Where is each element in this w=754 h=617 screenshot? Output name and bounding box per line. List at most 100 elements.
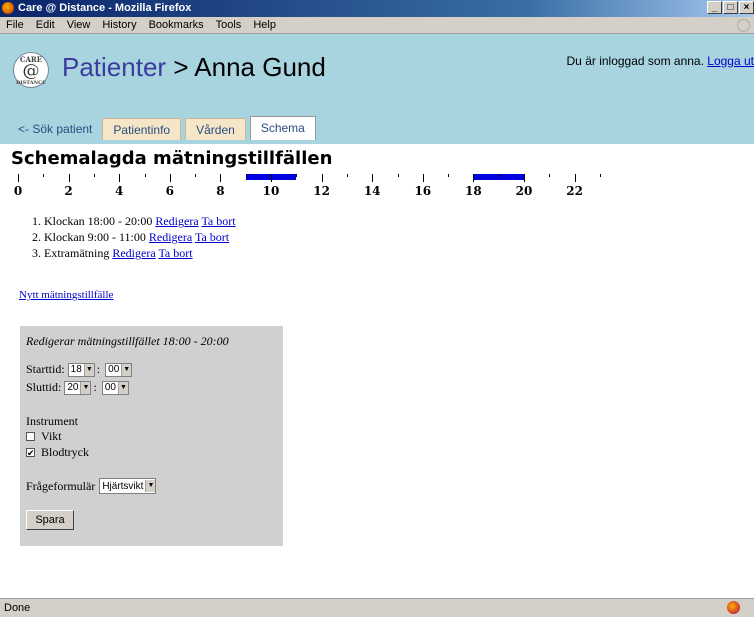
end-hour-select[interactable]: 20 ▼ <box>64 380 92 395</box>
edit-link[interactable]: Redigera <box>155 214 198 228</box>
timeline-tick <box>296 174 298 177</box>
timeline-hour-label: 18 <box>465 184 482 198</box>
end-time-label: Sluttid: <box>26 380 62 394</box>
menu-help[interactable]: Help <box>247 19 282 31</box>
dropdown-arrow-icon: ▼ <box>121 363 132 376</box>
timeline-tick <box>18 174 19 182</box>
timeline-tick <box>448 174 450 177</box>
timeline-tick <box>119 174 121 182</box>
tab-patientinfo[interactable]: Patientinfo <box>102 118 182 140</box>
timeline-hour-label: 22 <box>566 184 583 198</box>
time-separator: : <box>93 380 97 394</box>
dropdown-arrow-icon: ▼ <box>80 381 91 394</box>
end-minute-select[interactable]: 00 ▼ <box>101 380 129 395</box>
start-hour-select[interactable]: 18 ▼ <box>67 362 95 377</box>
remove-link[interactable]: Ta bort <box>195 230 229 244</box>
timeline-tick <box>473 174 475 182</box>
questionnaire-row: Frågeformulär Hjärtsvikt ▼ <box>26 478 157 494</box>
instrument-vikt-row: Vikt <box>26 429 62 444</box>
menu-tools[interactable]: Tools <box>210 19 248 31</box>
timeline-tick <box>43 174 45 177</box>
list-item: Klockan 9:00 - 11:00 Redigera Ta bort <box>44 229 236 245</box>
schedule-item-text: Extramätning <box>44 246 110 260</box>
timeline-tick <box>169 174 171 182</box>
menu-history[interactable]: History <box>96 19 142 31</box>
maximize-button[interactable]: □ <box>723 1 738 14</box>
vikt-checkbox[interactable] <box>26 432 35 441</box>
start-time-label: Starttid: <box>26 362 65 376</box>
firefox-icon <box>2 2 14 14</box>
timeline-hour-label: 8 <box>216 184 225 198</box>
questionnaire-value: Hjärtsvikt <box>102 480 144 492</box>
status-bar: Done <box>0 598 754 617</box>
logout-link[interactable]: Logga ut <box>707 54 754 68</box>
dropdown-arrow-icon: ▼ <box>83 363 94 376</box>
remove-link[interactable]: Ta bort <box>201 214 235 228</box>
tab-schema[interactable]: Schema <box>249 116 316 140</box>
logo-text-bottom: DISTANCE <box>16 80 46 86</box>
timeline-tick <box>372 174 374 182</box>
timeline-tick <box>498 174 500 177</box>
new-measurement-link[interactable]: Nytt mätningstillfälle <box>19 289 113 301</box>
menu-bookmarks[interactable]: Bookmarks <box>143 19 210 31</box>
blodtryck-checkbox[interactable]: ✔ <box>26 448 35 458</box>
login-text: Du är inloggad som anna. <box>566 54 704 68</box>
questionnaire-select[interactable]: Hjärtsvikt ▼ <box>99 478 157 494</box>
save-button[interactable]: Spara <box>26 510 74 530</box>
window-title: Care @ Distance - Mozilla Firefox <box>18 2 192 14</box>
menu-file[interactable]: File <box>0 19 30 31</box>
start-minute-value: 00 <box>108 364 120 375</box>
menu-view[interactable]: View <box>61 19 97 31</box>
window-titlebar: Care @ Distance - Mozilla Firefox _ □ × <box>0 0 754 17</box>
tab-varden[interactable]: Vården <box>185 118 246 140</box>
edit-link[interactable]: Redigera <box>112 246 155 260</box>
dropdown-arrow-icon: ▼ <box>145 480 156 492</box>
timeline-tick <box>422 174 424 182</box>
tab-back-search-patient[interactable]: <- Sök patient <box>18 118 98 140</box>
start-hour-value: 18 <box>70 364 82 375</box>
timeline-hour-label: 10 <box>262 184 280 198</box>
list-item: Extramätning Redigera Ta bort <box>44 245 236 261</box>
instrument-label: Instrument <box>26 414 78 428</box>
schedule-item-text: Klockan 18:00 - 20:00 <box>44 214 153 228</box>
menu-bar: File Edit View History Bookmarks Tools H… <box>0 17 754 34</box>
breadcrumb-patients[interactable]: Patienter <box>62 52 166 82</box>
timeline-tick <box>245 174 247 177</box>
blodtryck-label: Blodtryck <box>41 445 89 459</box>
minimize-button[interactable]: _ <box>707 1 722 14</box>
timeline-tick <box>574 174 576 182</box>
patient-name: Anna Gund <box>194 52 326 82</box>
menu-edit[interactable]: Edit <box>30 19 61 31</box>
window-controls: _ □ × <box>707 1 754 14</box>
edit-link[interactable]: Redigera <box>149 230 192 244</box>
edit-form: Redigerar mätningstillfället 18:00 - 20:… <box>20 326 283 546</box>
vikt-label: Vikt <box>41 429 62 443</box>
edit-form-title: Redigerar mätningstillfället 18:00 - 20:… <box>26 334 229 348</box>
instrument-blodtryck-row: ✔ Blodtryck <box>26 445 89 460</box>
timeline-tick <box>524 174 525 182</box>
list-item: Klockan 18:00 - 20:00 Redigera Ta bort <box>44 213 236 229</box>
timeline-hour-label: 6 <box>165 184 174 198</box>
login-info: Du är inloggad som anna. Logga ut <box>567 54 754 68</box>
timeline-tick <box>599 174 601 177</box>
timeline-tick <box>93 174 95 177</box>
end-hour-value: 20 <box>67 382 79 393</box>
logo-text-middle: @ <box>22 61 40 81</box>
timeline-hour-label: 20 <box>515 184 533 198</box>
timeline-hour-label: 0 <box>13 184 23 198</box>
questionnaire-label: Frågeformulär <box>26 478 96 493</box>
close-button[interactable]: × <box>739 1 754 14</box>
timeline-tick <box>549 174 551 177</box>
timeline-hour-label: 12 <box>313 184 330 198</box>
page-title: Schemalagda mätningstillfällen <box>11 148 333 169</box>
tab-bar: <- Sök patient Patientinfo Vården Schema <box>18 116 316 140</box>
timeline-hour-label: 14 <box>363 184 381 198</box>
timeline-tick <box>144 174 146 177</box>
start-minute-select[interactable]: 00 ▼ <box>105 362 133 377</box>
timeline-tick <box>397 174 399 177</box>
end-time-row: Sluttid: 20 ▼ : 00 ▼ <box>26 380 129 395</box>
timeline-tick <box>321 174 323 182</box>
breadcrumb-separator: > <box>173 52 189 82</box>
firefox-status-icon <box>727 601 740 614</box>
remove-link[interactable]: Ta bort <box>158 246 192 260</box>
